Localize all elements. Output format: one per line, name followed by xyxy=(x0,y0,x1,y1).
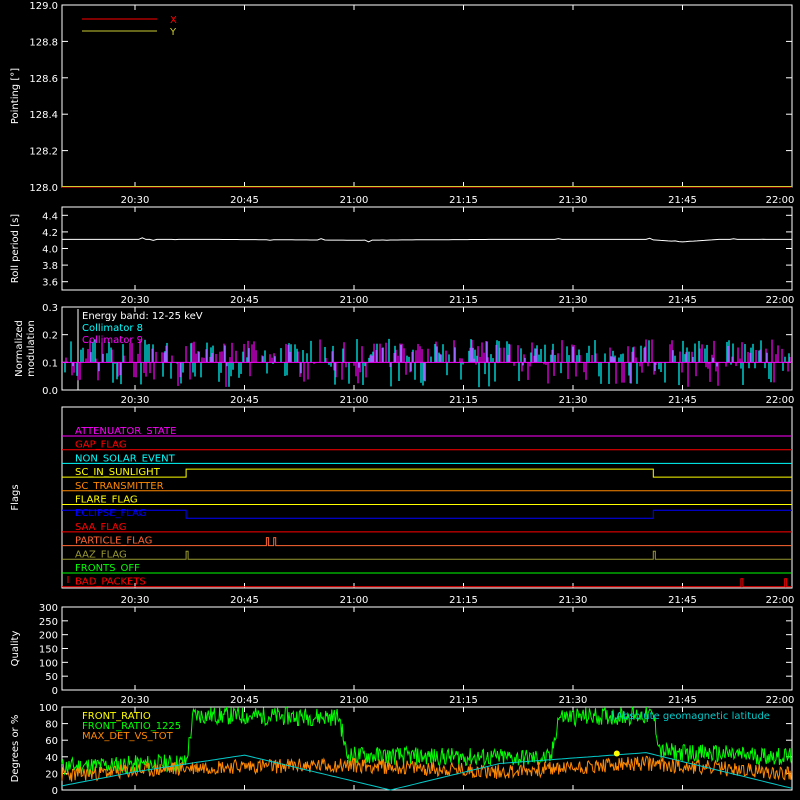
x-tick-label: 21:45 xyxy=(668,395,697,406)
y-axis-label: Pointing [°] xyxy=(10,68,21,124)
y-tick-label: 50 xyxy=(45,672,58,683)
flag-label-saa-flag: SAA_FLAG xyxy=(75,522,126,533)
x-tick-label: 20:30 xyxy=(121,295,150,306)
x-tick-label: 21:15 xyxy=(449,295,478,306)
y-axis-label: Flags xyxy=(10,484,21,510)
x-tick-label: 20:45 xyxy=(230,595,259,606)
x-tick-label: 21:45 xyxy=(668,295,697,306)
x-tick-label: 21:30 xyxy=(559,695,588,706)
x-tick-label: 20:30 xyxy=(121,195,150,206)
y-tick-label: 0.1 xyxy=(42,358,58,369)
y-tick-label: 128.2 xyxy=(29,147,58,158)
flag-label-non-solar-event: NON_SOLAR_EVENT xyxy=(75,453,176,464)
y-axis-label: Quality xyxy=(10,631,21,667)
legend-label-x: X xyxy=(170,15,177,26)
y-tick-label: 0 xyxy=(52,786,58,797)
stix-quicklook-chart: 20:30 20:45 21:00 21:15 21:30 21:45 22:00 129.0… xyxy=(0,0,800,800)
flag-label-particle-flag: PARTICLE_FLAG xyxy=(75,536,152,547)
x-tick-label: 21:00 xyxy=(340,195,369,206)
y-tick-label: 3.8 xyxy=(42,261,58,272)
x-tick-label: 21:00 xyxy=(340,595,369,606)
y-axis-label: Degrees or % xyxy=(10,715,21,783)
x-tick-label: 21:30 xyxy=(559,395,588,406)
y-tick-label: 150 xyxy=(39,645,58,656)
y-tick-label: 100 xyxy=(39,703,58,714)
y-tick-label: 40 xyxy=(45,753,58,764)
x-tick-label: 21:30 xyxy=(559,195,588,206)
series-front-ratio-point xyxy=(613,750,620,757)
y-tick-label: 0.3 xyxy=(42,303,58,314)
y-tick-label: 128.8 xyxy=(29,37,58,48)
y-tick-label: 0 xyxy=(52,686,58,697)
y-tick-label: 100 xyxy=(39,658,58,669)
flag-label-gap-flag: GAP_FLAG xyxy=(75,440,127,451)
y-tick-label: 128.4 xyxy=(29,110,58,121)
y-tick-label: 200 xyxy=(39,631,58,642)
x-tick-label: 21:00 xyxy=(340,395,369,406)
x-tick-label: 21:45 xyxy=(668,595,697,606)
flag-label-aaz-flag: AAZ_FLAG xyxy=(75,549,127,560)
annotation-energy-band: Energy band: 12-25 keV xyxy=(82,311,203,322)
flag-label-attenuator-state: ATTENUATOR_STATE xyxy=(75,426,176,437)
x-tick-label: 21:45 xyxy=(668,195,697,206)
y-tick-label: 128.6 xyxy=(29,74,58,85)
y-tick-label: 250 xyxy=(39,617,58,628)
y-tick-label: 3.6 xyxy=(42,278,58,289)
y-tick-label: 4.0 xyxy=(42,245,58,256)
x-tick-label: 20:30 xyxy=(121,395,150,406)
y-tick-label: 20 xyxy=(45,769,58,780)
x-tick-label: 20:30 xyxy=(121,595,150,606)
y-tick-label: 0.2 xyxy=(42,331,58,342)
x-tick-label: 22:00 xyxy=(766,395,795,406)
x-tick-label: 20:45 xyxy=(230,195,259,206)
y-axis-label: Roll period [s] xyxy=(10,214,21,283)
x-tick-label: 21:15 xyxy=(449,195,478,206)
x-tick-label: 21:30 xyxy=(559,595,588,606)
y-axis-label: Normalized xyxy=(14,320,25,377)
legend-label-collimator-9: Collimator 9 xyxy=(82,335,143,346)
legend-label-max-det-vs-tot: MAX_DET_VS_TOT xyxy=(82,731,174,742)
flag-label-bad-packets: BAD_PACKETS xyxy=(75,577,146,588)
flag-label-sc-in-sunlight: SC_IN_SUNLIGHT xyxy=(75,467,161,478)
x-tick-label: 21:15 xyxy=(449,595,478,606)
x-tick-label: 20:45 xyxy=(230,695,259,706)
x-tick-label: 22:00 xyxy=(766,595,795,606)
y-tick-label: 4.2 xyxy=(42,228,58,239)
x-tick-label: 20:30 xyxy=(121,695,150,706)
y-tick-label: 129.0 xyxy=(29,1,58,12)
y-tick-label: 4.4 xyxy=(42,211,58,222)
legend-label-y: Y xyxy=(169,27,177,38)
x-tick-label: 21:15 xyxy=(449,695,478,706)
flag-label-sc-transmitter: SC_TRANSMITTER xyxy=(75,481,164,492)
flag-label-fronts-off: FRONTS_OFF xyxy=(75,563,140,574)
y-axis-label: modulation xyxy=(26,320,37,377)
y-tick-label: 128.0 xyxy=(29,183,58,194)
x-tick-label: 20:45 xyxy=(230,395,259,406)
x-tick-label: 21:15 xyxy=(449,395,478,406)
x-tick-label: 22:00 xyxy=(766,295,795,306)
y-tick-label: 300 xyxy=(39,603,58,614)
x-tick-label: 22:00 xyxy=(766,195,795,206)
x-tick-label: 21:30 xyxy=(559,295,588,306)
legend-label-collimator-8: Collimator 8 xyxy=(82,323,143,334)
x-tick-label: 21:00 xyxy=(340,695,369,706)
x-tick-label: 21:00 xyxy=(340,295,369,306)
x-tick-label: 22:00 xyxy=(766,695,795,706)
y-tick-label: 60 xyxy=(45,736,58,747)
x-tick-label: 20:45 xyxy=(230,295,259,306)
y-tick-label: 0.0 xyxy=(42,386,58,397)
flag-label-flare-flag: FLARE_FLAG xyxy=(75,495,138,506)
y-tick-label: 80 xyxy=(45,720,58,731)
legend-label-geomagnetic-latitude: Absolute geomagnetic latitude xyxy=(616,711,770,722)
x-tick-label: 21:45 xyxy=(668,695,697,706)
